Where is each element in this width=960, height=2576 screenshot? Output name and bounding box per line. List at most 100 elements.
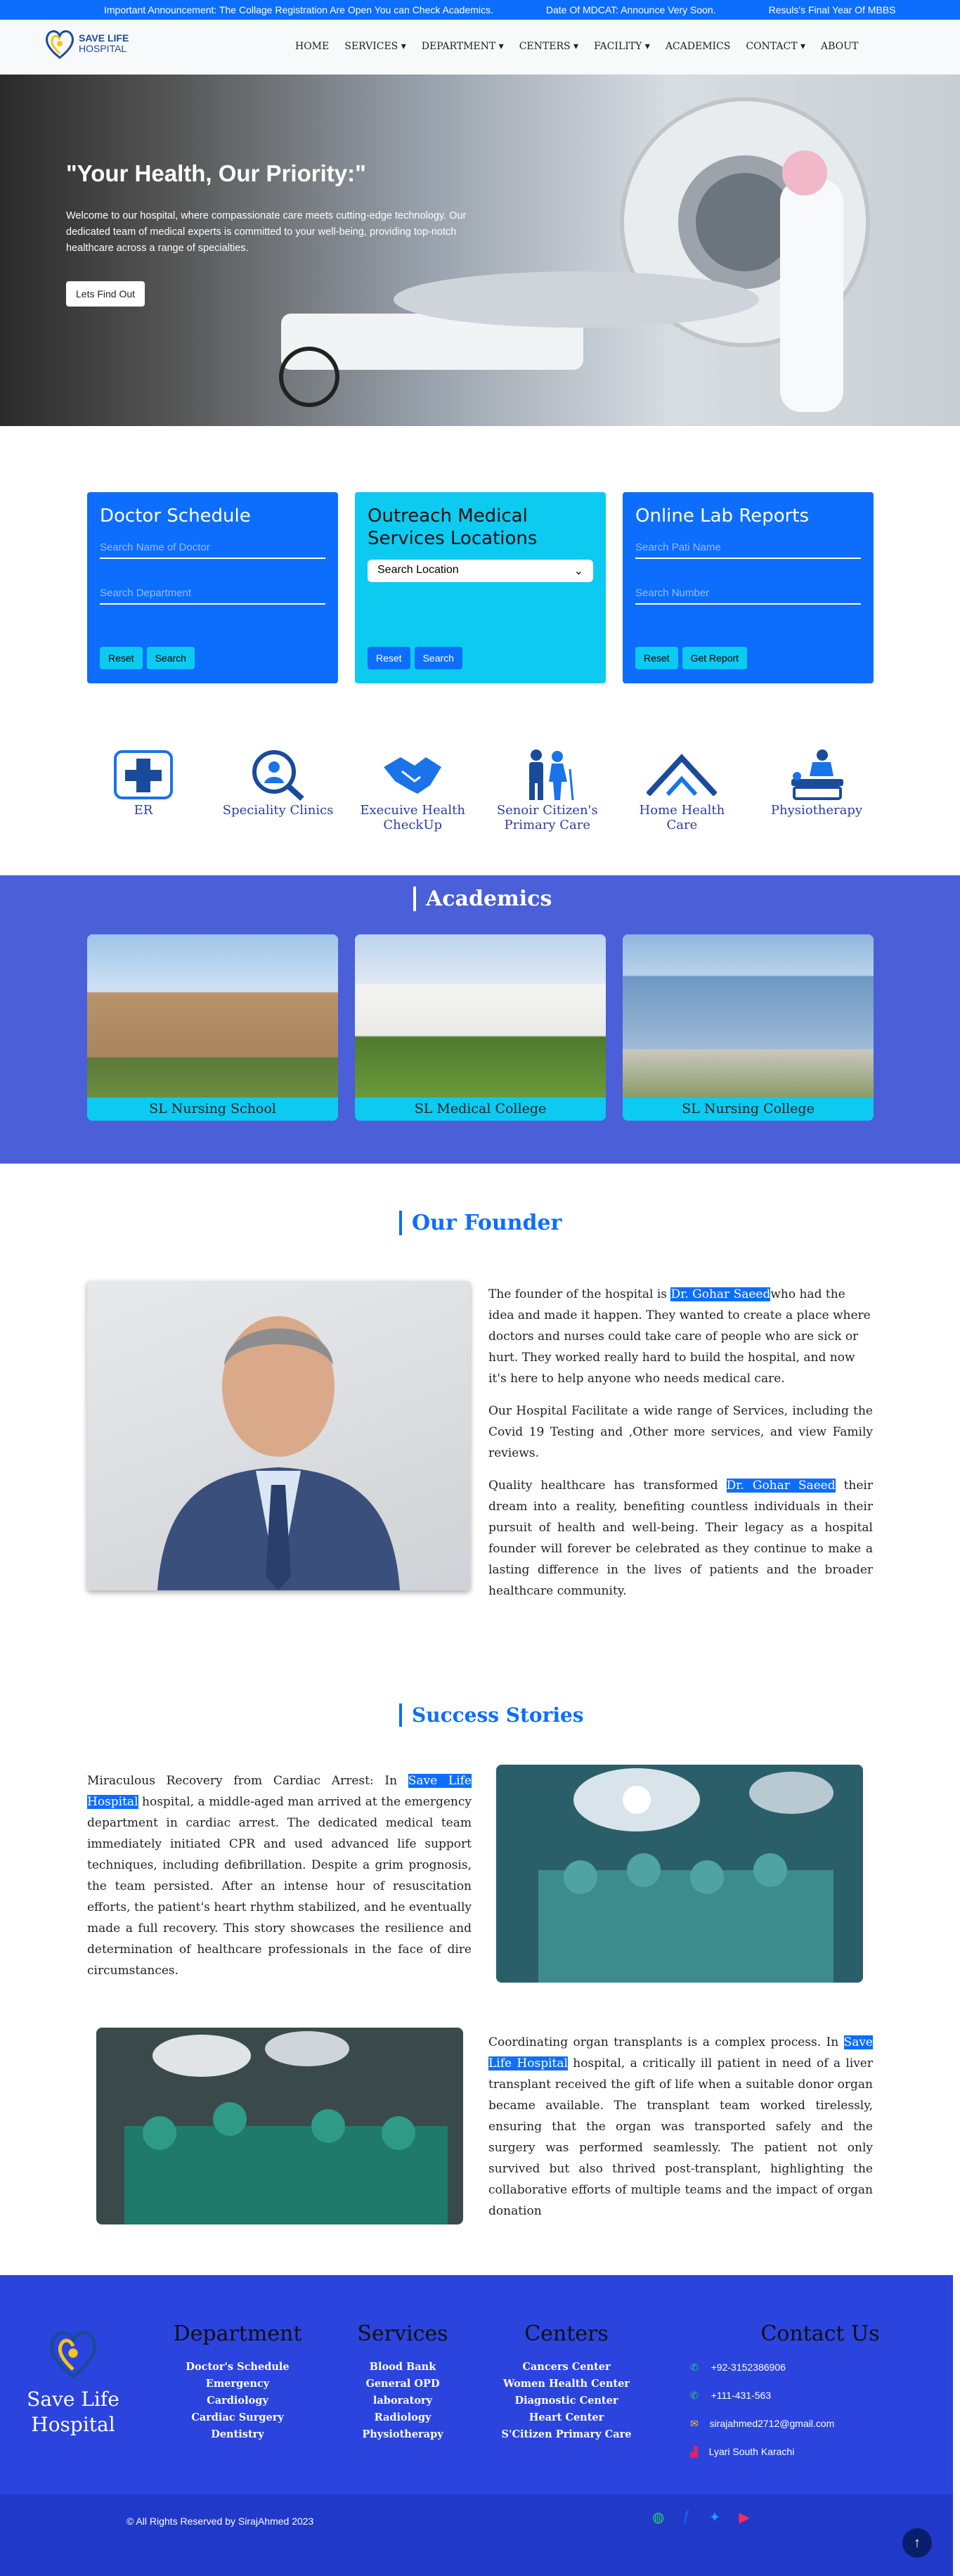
footer-brand[interactable]: Save Life Hospital [25,2323,121,2437]
footer-address: ▟ Lyari South Karachi [690,2437,915,2466]
outreach-search-button[interactable]: Search [414,647,462,669]
footer-services: Services Blood Bank General OPD laborato… [332,2321,473,2443]
footer-department-title: Department [173,2321,302,2346]
footer-link[interactable]: Dentistry [167,2426,308,2443]
heart-logo-icon [49,2331,97,2379]
services-row: ER Speciality Clinics Execuive Health Ch… [87,747,873,832]
founder-p1-start: The founder of the hospital is [488,1287,671,1301]
doctor-schedule-title: Doctor Schedule [100,505,251,527]
academic-card-nursing-school[interactable]: SL Nursing School [87,934,338,1121]
footer-link[interactable]: laboratory [332,2393,473,2409]
whatsapp-icon[interactable]: ◍ [652,2509,664,2526]
patient-number-input[interactable] [635,583,861,605]
hero-description: Welcome to our hospital, where compassio… [66,210,467,254]
location-select-value: Search Location [377,564,459,576]
lab-reset-button[interactable]: Reset [635,647,678,669]
footer-phone1[interactable]: ✆ +92-3152386906 [690,2353,915,2381]
operating-room-illustration [96,2028,463,2224]
brand-line2: HOSPITAL [79,43,127,54]
nav-department-label: DEPARTMENT [421,41,496,52]
phone-icon: ✆ [690,2390,699,2401]
doctor-schedule-card: Doctor Schedule Reset Search [87,492,338,683]
nav-home[interactable]: HOME [295,41,329,52]
lets-find-out-button[interactable]: Lets Find Out [66,281,145,307]
patient-name-input[interactable] [635,537,861,559]
story1-end: hospital, a middle-aged man arrived at t… [87,1795,472,1978]
twitter-icon[interactable]: ✦ [709,2509,721,2526]
academic-card-label: SL Nursing College [623,1097,874,1121]
doctor-department-input[interactable] [100,583,325,605]
founder-text: The founder of the hospital is Dr. Gohar… [488,1284,873,1613]
search-cards: Doctor Schedule Reset Search Outreach Me… [87,492,874,683]
footer-link[interactable]: Cardiology [167,2393,308,2409]
footer-link[interactable]: Cancers Center [496,2359,637,2376]
service-speciality-clinics[interactable]: Speciality Clinics [222,747,335,832]
phone1-text: +92-3152386906 [711,2362,786,2373]
academic-card-medical-college[interactable]: SL Medical College [355,934,606,1121]
footer-link[interactable]: S'Citizen Primary Care [496,2426,637,2443]
magnifier-doctor-icon [252,750,304,801]
medical-college-image [355,934,606,1097]
heart-logo-icon [45,30,74,59]
story2-end: hospital, a critically ill patient in ne… [488,2056,873,2218]
nav-services[interactable]: SERVICES ▾ [344,41,406,52]
nav-academics[interactable]: ACADEMICS [666,41,731,52]
nav-department[interactable]: DEPARTMENT ▾ [422,41,504,52]
hero-banner: "Your Health, Our Priority:" Welcome to … [0,75,960,426]
service-executive-checkup[interactable]: Execuive Health CheckUp [356,747,469,832]
massage-table-icon [791,749,843,800]
scroll-top-button[interactable]: ↑ [902,2528,932,2558]
home-icon [647,754,718,796]
nav-about[interactable]: ABOUT [821,41,858,52]
doctor-reset-button[interactable]: Reset [100,647,143,669]
get-report-button[interactable]: Get Report [682,647,748,669]
brand-line1: SAVE LIFE [79,32,129,44]
footer-link[interactable]: Women Health Center [496,2376,637,2393]
brand-logo[interactable]: SAVE LIFE HOSPITAL [44,25,129,62]
footer-link[interactable]: Heart Center [496,2409,637,2426]
outreach-reset-button[interactable]: Reset [368,647,410,669]
service-er-label: ER [134,803,153,818]
footer-link[interactable]: Physiotherapy [332,2426,473,2443]
service-er[interactable]: ER [87,747,200,832]
academic-card-nursing-college[interactable]: SL Nursing College [623,934,874,1121]
nav-contact[interactable]: CONTACT ▾ [746,41,805,52]
facebook-icon[interactable]: ƒ [682,2509,690,2526]
nursing-college-image [623,934,874,1097]
footer-contact-title: Contact Us [760,2321,880,2346]
doctor-search-button[interactable]: Search [146,647,195,669]
surgery-image-2 [96,2028,463,2224]
footer-link[interactable]: Doctor's Schedule [167,2359,308,2376]
hero-title: "Your Health, Our Priority:" [66,160,366,186]
nav-facility[interactable]: FACILITY ▾ [594,41,650,52]
footer-phone2[interactable]: ✆ +111-431-563 [690,2381,915,2409]
footer-link[interactable]: Diagnostic Center [496,2393,637,2409]
founder-p2: Our Hospital Facilitate a wide range of … [488,1404,873,1460]
nav-facility-label: FACILITY [594,41,642,52]
footer-link[interactable]: Blood Bank [332,2359,473,2376]
operating-room-illustration [496,1765,863,1983]
footer-link[interactable]: Emergency [167,2376,308,2393]
success-stories-title: Success Stories [399,1704,584,1727]
nav-centers[interactable]: CENTERS ▾ [519,41,578,52]
footer-link[interactable]: Radiology [332,2409,473,2426]
founder-p3-start: Quality healthcare has transformed [488,1479,727,1493]
location-select[interactable]: Search Location ⌄ [368,560,593,582]
doctor-name-input[interactable] [100,537,325,559]
founder-name-highlight: Dr. Gohar Saeed [670,1287,771,1301]
footer-link[interactable]: Cardiac Surgery [167,2409,308,2426]
footer-link[interactable]: General OPD [332,2376,473,2393]
founder-p1-end: who had the idea and made it happen. The… [488,1287,871,1386]
service-physiotherapy[interactable]: Physiotherapy [760,747,873,832]
service-senior-citizen[interactable]: Senoir Citizen's Primary Care [491,747,604,832]
service-home-health[interactable]: Home Health Care [625,747,738,832]
story-cardiac: Miraculous Recovery from Cardiac Arrest:… [87,1770,472,1981]
outreach-card: Outreach Medical Services Locations Sear… [355,492,606,683]
footer-services-title: Services [357,2321,448,2346]
footer-email[interactable]: ✉ sirajahmed2712@gmail.com [690,2409,915,2437]
footer-contact: Contact Us ✆ +92-3152386906 ✆ +111-431-5… [690,2321,915,2466]
youtube-icon[interactable]: ▶ [739,2509,749,2526]
email-text: sirajahmed2712@gmail.com [709,2418,835,2429]
footer-centers: Centers Cancers Center Women Health Cent… [496,2321,637,2443]
founder-photo [87,1281,470,1590]
